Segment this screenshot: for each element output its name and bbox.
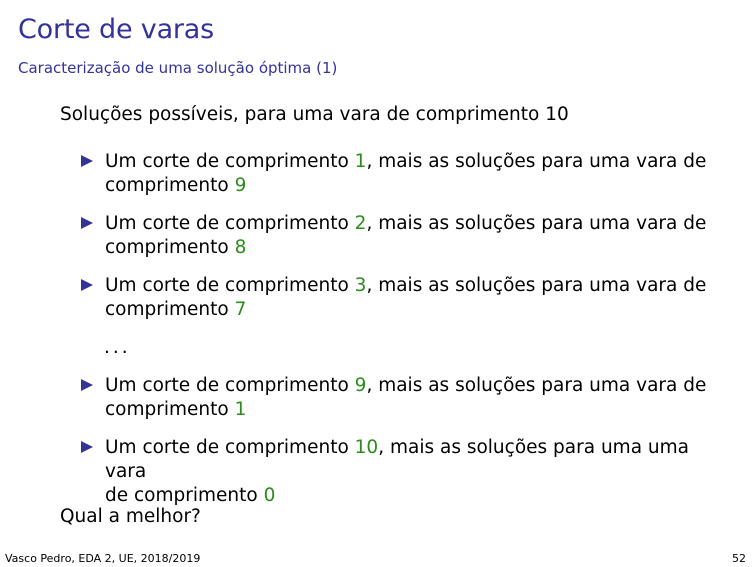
- cut-length: 1: [354, 151, 367, 172]
- list-item: Um corte de comprimento 1, mais as soluç…: [80, 150, 720, 198]
- triangle-bullet-icon: [81, 379, 93, 391]
- remaining-length: 0: [263, 485, 276, 506]
- triangle-bullet-icon: [81, 217, 93, 229]
- remaining-length: 7: [234, 299, 247, 320]
- cut-length: 3: [354, 275, 367, 296]
- item-middle: , mais as soluções para uma vara de: [366, 375, 707, 396]
- list-item: Um corte de comprimento 3, mais as soluç…: [80, 274, 720, 322]
- intro-text: Soluções possíveis, para uma vara de com…: [60, 104, 569, 125]
- triangle-bullet-icon: [81, 441, 93, 453]
- item-prefix: Um corte de comprimento: [105, 375, 355, 396]
- closing-question: Qual a melhor?: [60, 506, 201, 527]
- cut-length: 10: [354, 437, 379, 458]
- bullet-list: Um corte de comprimento 1, mais as soluç…: [80, 150, 720, 198]
- item-line2: comprimento: [105, 299, 235, 320]
- item-middle: , mais as soluções para uma vara de: [366, 275, 707, 296]
- triangle-bullet-icon: [81, 155, 93, 167]
- list-item: Um corte de comprimento 2, mais as soluç…: [80, 212, 720, 260]
- remaining-length: 1: [234, 399, 247, 420]
- bullet-list-4: Um corte de comprimento 9, mais as soluç…: [80, 374, 720, 422]
- item-middle: , mais as soluções para uma vara de: [366, 151, 707, 172]
- page-number: 52: [732, 552, 746, 565]
- bullet-list-5: Um corte de comprimento 10, mais as solu…: [80, 436, 720, 508]
- bullet-list-2: Um corte de comprimento 2, mais as soluç…: [80, 212, 720, 260]
- item-prefix: Um corte de comprimento: [105, 151, 355, 172]
- cut-length: 2: [354, 213, 367, 234]
- footer-author: Vasco Pedro, EDA 2, UE, 2018/2019: [5, 552, 201, 565]
- item-middle: , mais as soluções para uma vara de: [366, 213, 707, 234]
- slide-subtitle: Caracterização de uma solução óptima (1): [18, 59, 338, 77]
- item-prefix: Um corte de comprimento: [105, 213, 355, 234]
- item-line2: de comprimento: [105, 485, 264, 506]
- list-item: Um corte de comprimento 9, mais as soluç…: [80, 374, 720, 422]
- item-prefix: Um corte de comprimento: [105, 275, 355, 296]
- slide-title: Corte de varas: [18, 14, 215, 45]
- item-line2: comprimento: [105, 175, 235, 196]
- triangle-bullet-icon: [81, 279, 93, 291]
- ellipsis: ...: [104, 337, 131, 358]
- remaining-length: 9: [234, 175, 247, 196]
- remaining-length: 8: [234, 237, 247, 258]
- item-prefix: Um corte de comprimento: [105, 437, 355, 458]
- item-line2: comprimento: [105, 399, 235, 420]
- item-line2: comprimento: [105, 237, 235, 258]
- bullet-list-3: Um corte de comprimento 3, mais as soluç…: [80, 274, 720, 322]
- list-item: Um corte de comprimento 10, mais as solu…: [80, 436, 720, 508]
- cut-length: 9: [354, 375, 367, 396]
